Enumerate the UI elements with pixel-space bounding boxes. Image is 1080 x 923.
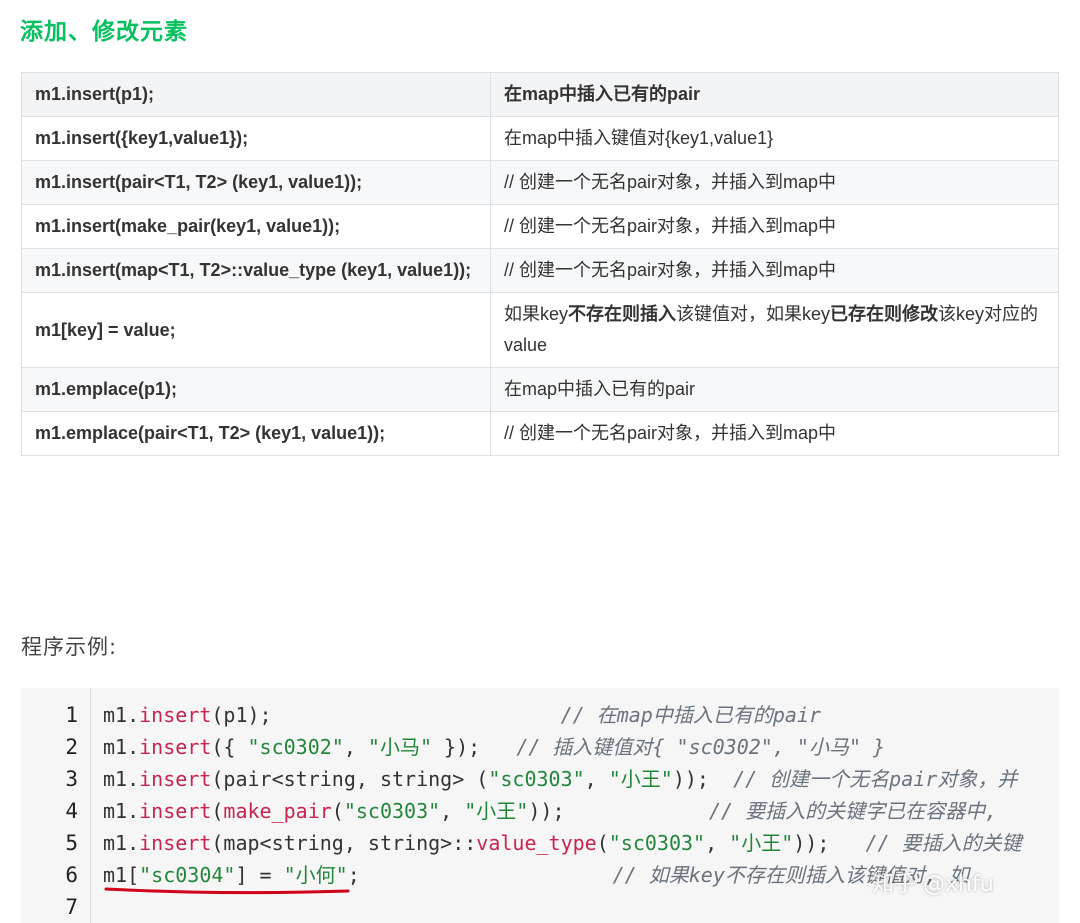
code-comment: // 在map中插入已有的pair — [560, 703, 821, 727]
code-string: "sc0302" — [247, 735, 344, 759]
table-cell-code: m1.insert(map<T1, T2>::value_type (key1,… — [21, 248, 491, 293]
table-row: m1.insert(make_pair(key1, value1)); // 创… — [21, 204, 1059, 249]
code-token: (map<string, string>:: — [211, 831, 477, 855]
table-cell-code: m1[key] = value; — [21, 292, 491, 368]
code-line: m1.insert(p1); // 在map中插入已有的pair — [103, 699, 821, 731]
code-string: "sc0303" — [488, 767, 585, 791]
code-comment: // 要插入的关键字已在容器中, — [708, 799, 998, 823]
code-string: "sc0304" — [139, 863, 236, 887]
line-number: 3 — [65, 767, 78, 791]
code-keyword: insert — [139, 735, 212, 759]
table-cell-desc: 在map中插入键值对{key1,value1} — [490, 116, 1059, 161]
code-line: m1.insert(make_pair("sc0303", "小王")); //… — [103, 795, 997, 827]
code-token: )); — [793, 831, 866, 855]
code-token: ( — [331, 799, 344, 823]
code-token: , — [705, 831, 730, 855]
code-keyword: insert — [139, 831, 212, 855]
code-token: , — [584, 767, 609, 791]
line-number: 4 — [65, 799, 78, 823]
red-underline-annotation — [104, 887, 350, 895]
desc-text: 如果key — [504, 304, 569, 324]
table-cell-code: m1.insert({key1,value1}); — [21, 116, 491, 161]
table-cell-code: m1.emplace(p1); — [21, 367, 491, 412]
code-token: m1[ — [103, 863, 140, 887]
line-number: 2 — [65, 735, 78, 759]
code-token: ] = — [235, 863, 284, 887]
code-token: m1. — [103, 799, 140, 823]
desc-text: 该键值对，如果key — [676, 304, 831, 324]
table-row: m1.emplace(pair<T1, T2> (key1, value1));… — [21, 411, 1059, 456]
code-token: m1. — [103, 703, 140, 727]
section-label: 程序示例: — [21, 635, 118, 659]
table-row: m1.insert(map<T1, T2>::value_type (key1,… — [21, 248, 1059, 293]
code-keyword: make_pair — [223, 799, 332, 823]
code-line: m1.insert(map<string, string>::value_typ… — [103, 827, 1022, 859]
table-cell-code: m1.insert(make_pair(key1, value1)); — [21, 204, 491, 249]
table-row: m1[key] = value; 如果key不存在则插入该键值对，如果key已存… — [21, 292, 1059, 368]
code-token: )); — [528, 799, 709, 823]
table-cell-desc: 在map中插入已有的pair — [490, 72, 1059, 117]
code-keyword: value_type — [476, 831, 597, 855]
code-line: m1.insert({ "sc0302", "小马" }); // 插入键值对{… — [103, 731, 885, 763]
line-number: 5 — [65, 831, 78, 855]
code-line: m1.insert(pair<string, string> ("sc0303"… — [103, 763, 1017, 795]
table-cell-desc: 如果key不存在则插入该键值对，如果key已存在则修改该key对应的value — [490, 292, 1059, 368]
code-string: "小马" — [367, 735, 433, 759]
code-token: ; — [347, 863, 613, 887]
table-cell-desc: // 创建一个无名pair对象，并插入到map中 — [490, 160, 1059, 205]
code-token: , — [440, 799, 465, 823]
line-number-gutter: 1 2 3 4 5 6 7 — [21, 688, 91, 923]
table-cell-desc: 在map中插入已有的pair — [490, 367, 1059, 412]
table-row: m1.emplace(p1); 在map中插入已有的pair — [21, 367, 1059, 412]
table-row: m1.insert(pair<T1, T2> (key1, value1)); … — [21, 160, 1059, 205]
code-token: (p1); — [211, 703, 561, 727]
table-row: m1.insert(p1); 在map中插入已有的pair — [21, 72, 1059, 117]
code-token: )); — [672, 767, 734, 791]
table-cell-code: m1.insert(pair<T1, T2> (key1, value1)); — [21, 160, 491, 205]
code-comment: // 创建一个无名pair对象，并 — [733, 767, 1018, 791]
desc-bold-text: 不存在则插入 — [568, 304, 677, 324]
table-cell-code: m1.emplace(pair<T1, T2> (key1, value1)); — [21, 411, 491, 456]
code-token: m1. — [103, 767, 140, 791]
table-row: m1.insert({key1,value1}); 在map中插入键值对{key… — [21, 116, 1059, 161]
page-title: 添加、修改元素 — [20, 19, 188, 45]
code-string: "小王" — [464, 799, 529, 823]
code-comment: // 插入键值对{ "sc0302", "小马" } — [516, 735, 886, 759]
code-string: "小何" — [283, 863, 348, 887]
line-number: 7 — [65, 895, 78, 919]
code-comment: // 要插入的关键 — [865, 831, 1022, 855]
table-cell-desc: // 创建一个无名pair对象，并插入到map中 — [490, 248, 1059, 293]
table-cell-desc: // 创建一个无名pair对象，并插入到map中 — [490, 204, 1059, 249]
code-keyword: insert — [139, 767, 212, 791]
table-cell-desc: // 创建一个无名pair对象，并插入到map中 — [490, 411, 1059, 456]
line-number: 1 — [65, 703, 78, 727]
code-token: m1. — [103, 831, 140, 855]
code-string: "sc0303" — [343, 799, 441, 823]
code-string: "小王" — [608, 767, 673, 791]
watermark: 知乎 @xhfu — [872, 872, 994, 897]
code-keyword: insert — [139, 703, 212, 727]
code-string: "sc0303" — [608, 831, 706, 855]
code-token: ({ — [211, 735, 248, 759]
code-token: ( — [596, 831, 609, 855]
table-cell-code: m1.insert(p1); — [21, 72, 491, 117]
code-token: (pair<string, string> ( — [211, 767, 489, 791]
line-number: 6 — [65, 863, 78, 887]
code-keyword: insert — [139, 799, 212, 823]
code-token: m1. — [103, 735, 140, 759]
code-token: , — [343, 735, 368, 759]
code-string: "小王" — [729, 831, 794, 855]
desc-bold-text: 已存在则修改 — [830, 304, 939, 324]
api-table: m1.insert(p1); 在map中插入已有的pair m1.insert(… — [21, 72, 1059, 456]
code-token: }); — [432, 735, 517, 759]
code-token: ( — [211, 799, 224, 823]
